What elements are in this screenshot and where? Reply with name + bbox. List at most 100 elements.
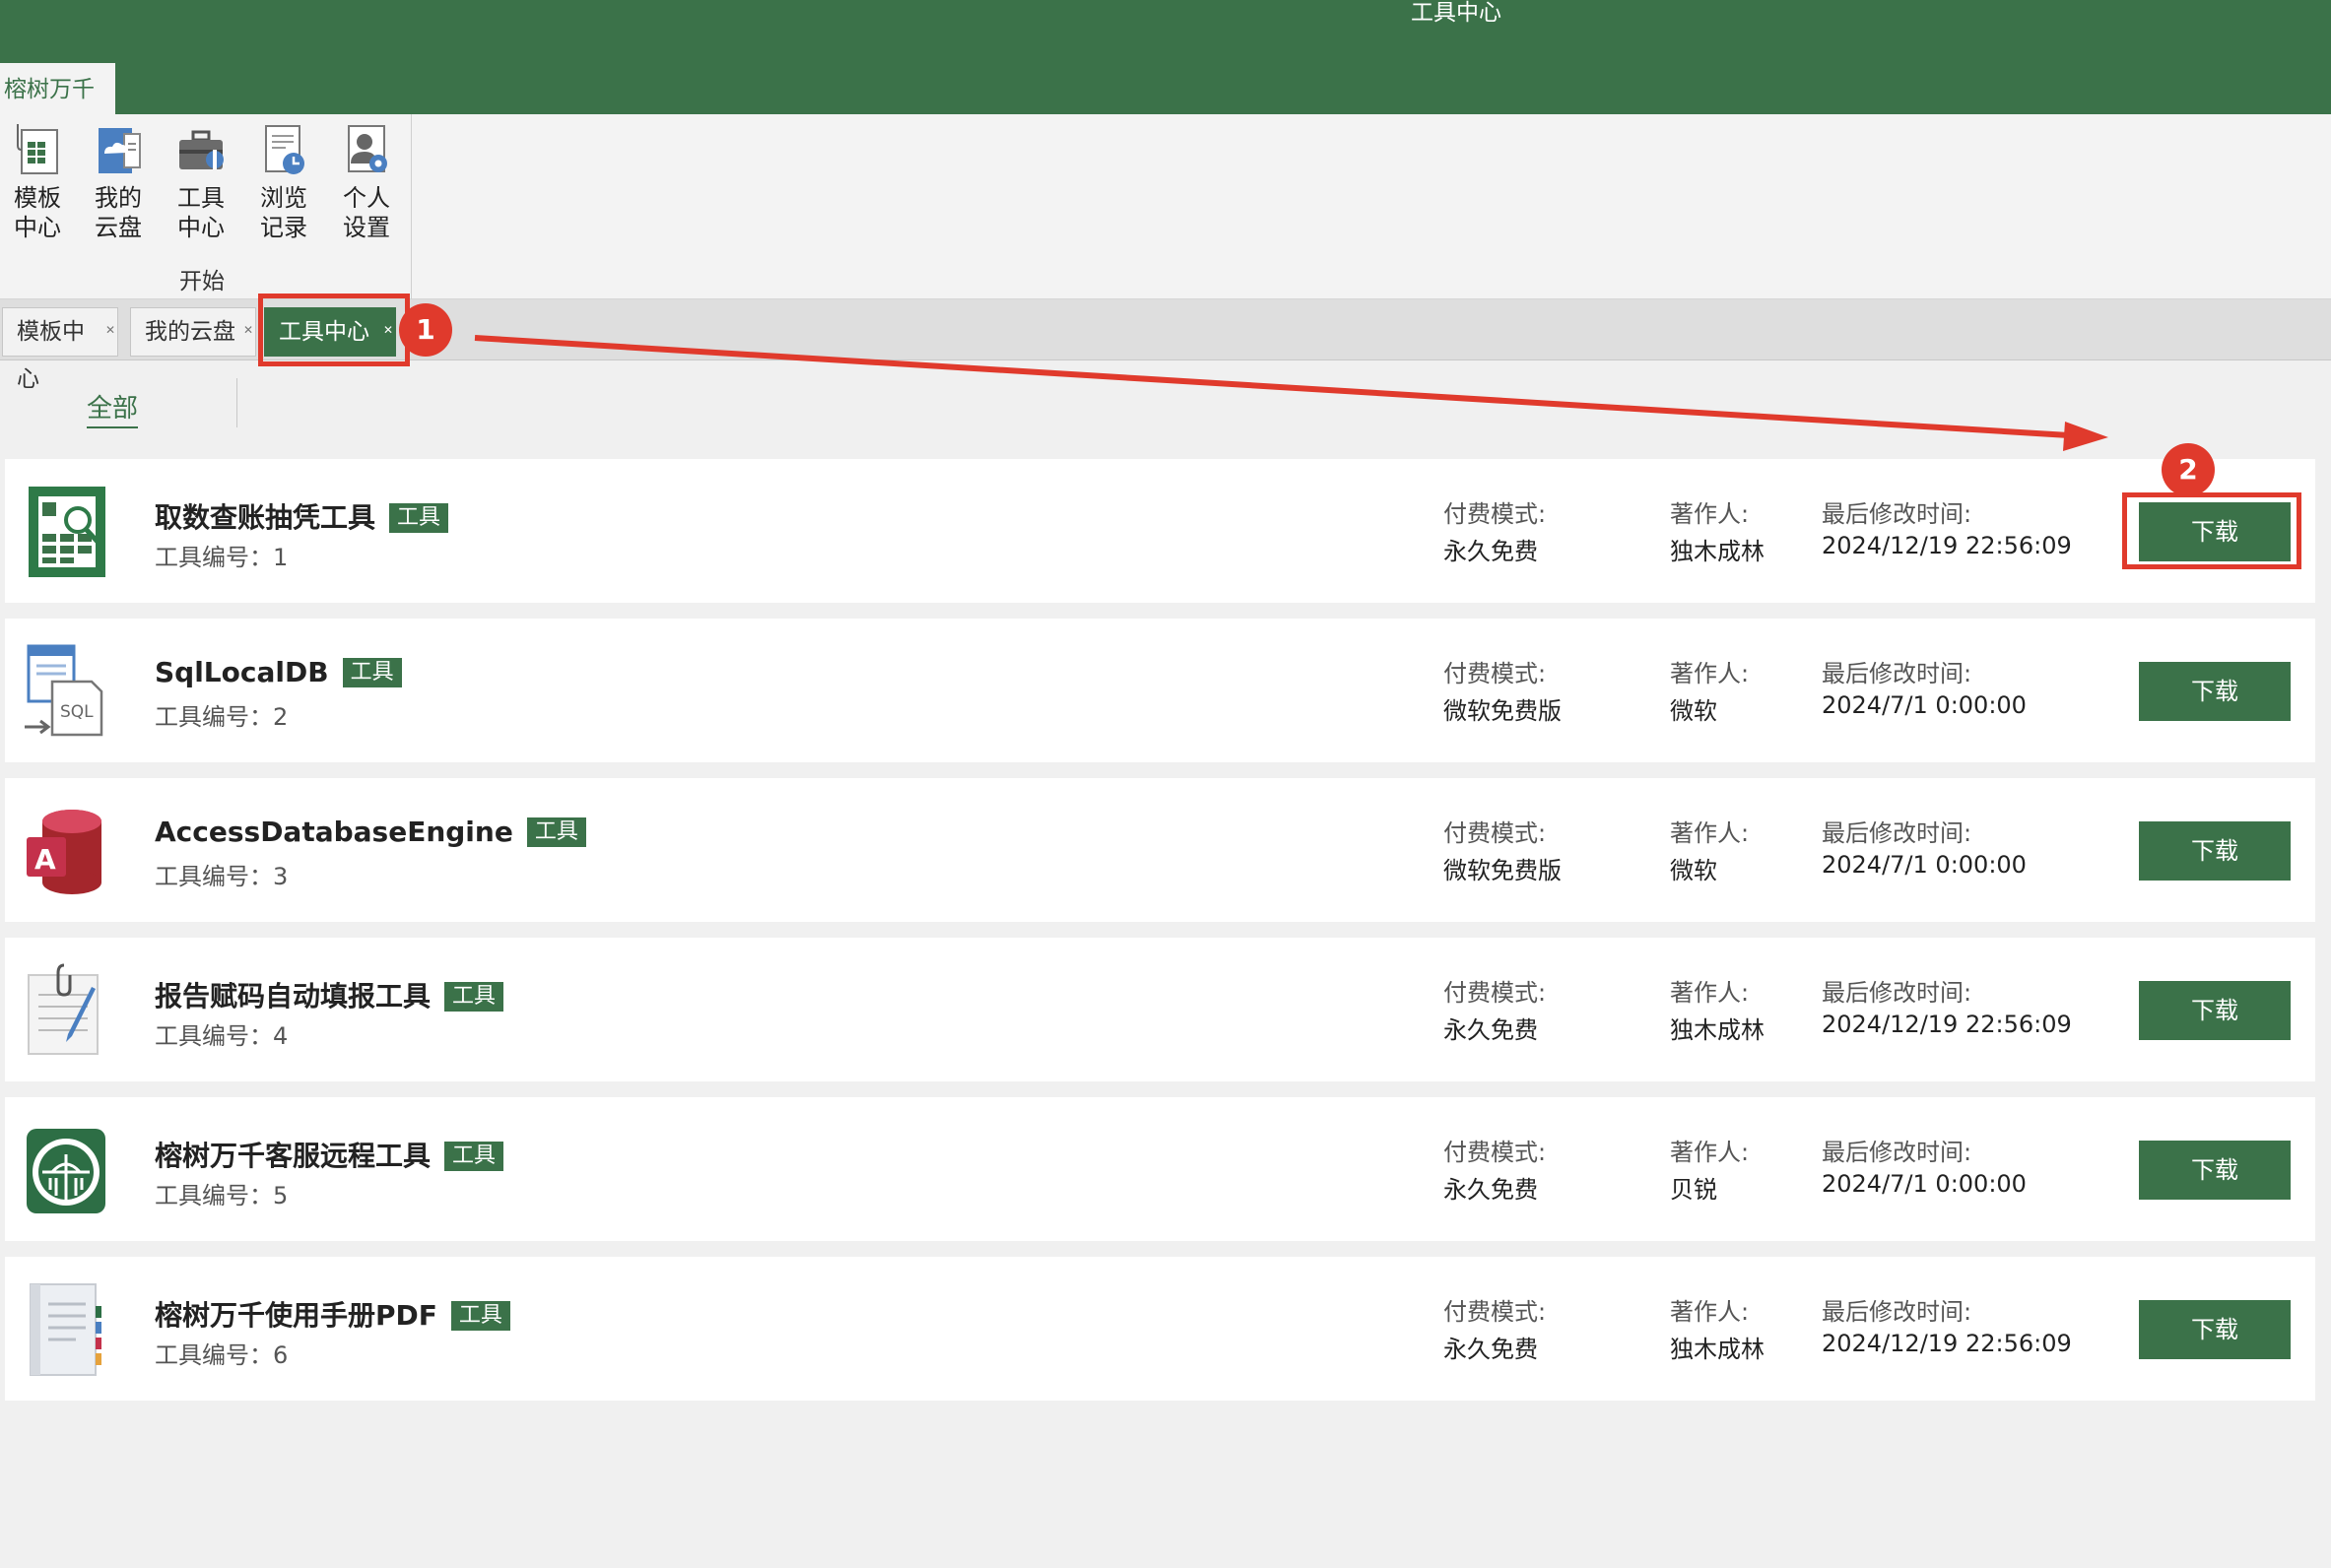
tool-card: SQL SqlLocalDB 工具 工具编号：2 付费模式: 微软免费版 著作人:… <box>5 619 2315 762</box>
tool-type-badge: 工具 <box>450 1301 510 1331</box>
pay-mode-value: 微软免费版 <box>1443 697 1562 725</box>
tool-type-badge: 工具 <box>444 982 504 1012</box>
modified-value: 2024/12/19 22:56:09 <box>1822 532 2072 559</box>
pay-mode-label: 付费模式: <box>1443 660 1547 687</box>
pay-mode-value: 永久免费 <box>1443 538 1538 565</box>
close-icon[interactable]: ✕ <box>105 306 115 354</box>
tool-type-badge: 工具 <box>342 658 402 687</box>
close-icon[interactable]: ✕ <box>243 306 253 354</box>
toolbox-icon <box>171 120 231 179</box>
ribbon: 模板 中心 我的 云盘 工具 中心 浏览 记录 个人 设置 开始 <box>0 114 2331 299</box>
tool-card: 报告赋码自动填报工具 工具 工具编号：4 付费模式: 永久免费 著作人: 独木成林… <box>5 938 2315 1081</box>
author-value: 独木成林 <box>1670 1016 1765 1044</box>
ribbon-group-start: 模板 中心 我的 云盘 工具 中心 浏览 记录 个人 设置 开始 <box>0 114 412 299</box>
modified-value: 2024/12/19 22:56:09 <box>1822 1330 2072 1357</box>
spreadsheet-search-icon <box>23 483 105 579</box>
tool-center-button[interactable]: 工具 中心 <box>164 120 238 242</box>
modified-value: 2024/7/1 0:00:00 <box>1822 1170 2027 1198</box>
template-icon <box>8 120 67 179</box>
pay-mode-value: 永久免费 <box>1443 1176 1538 1204</box>
author-label: 著作人: <box>1670 819 1750 847</box>
modified-label: 最后修改时间: <box>1822 1139 1972 1166</box>
title-bar: 工具中心 榕树万千 <box>0 0 2331 114</box>
download-button[interactable]: 下载 <box>2139 1300 2291 1359</box>
author-value: 独木成林 <box>1670 1336 1765 1363</box>
tool-card: A AccessDatabaseEngine 工具 工具编号：3 付费模式: 微软… <box>5 778 2315 922</box>
window-title: 工具中心 <box>1411 0 1501 26</box>
modified-value: 2024/12/19 22:56:09 <box>1822 1011 2072 1038</box>
doc-tab-template-center[interactable]: 模板中心 ✕ <box>2 306 118 392</box>
tool-type-badge: 工具 <box>389 503 449 533</box>
pay-mode-label: 付费模式: <box>1443 1298 1547 1326</box>
step-badge-1: 1 <box>399 303 452 357</box>
sql-file-icon: SQL <box>23 642 105 739</box>
author-label: 著作人: <box>1670 500 1750 528</box>
author-value: 微软 <box>1670 697 1717 725</box>
tool-code: 工具编号：1 <box>155 544 289 571</box>
history-icon <box>254 120 313 179</box>
pay-mode-label: 付费模式: <box>1443 819 1547 847</box>
browse-history-button[interactable]: 浏览 记录 <box>246 120 321 242</box>
download-button[interactable]: 下载 <box>2139 981 2291 1040</box>
author-value: 独木成林 <box>1670 538 1765 565</box>
modified-label: 最后修改时间: <box>1822 660 1972 687</box>
ribbon-group-label: 开始 <box>179 269 225 294</box>
tool-card: 榕树万千客服远程工具 工具 工具编号：5 付费模式: 永久免费 著作人: 贝锐 最… <box>5 1097 2315 1241</box>
modified-value: 2024/7/1 0:00:00 <box>1822 851 2027 879</box>
highlight-box-tool-center-tab <box>258 294 410 366</box>
modified-value: 2024/7/1 0:00:00 <box>1822 691 2027 719</box>
svg-text:SQL: SQL <box>60 702 94 722</box>
tool-type-badge: 工具 <box>526 817 586 847</box>
template-center-label: 模板 中心 <box>14 184 61 241</box>
author-label: 著作人: <box>1670 979 1750 1007</box>
filter-divider <box>236 378 237 427</box>
author-label: 著作人: <box>1670 660 1750 687</box>
author-value: 微软 <box>1670 857 1717 884</box>
my-cloud-button[interactable]: 我的 云盘 <box>81 120 156 242</box>
user-settings-icon <box>337 120 396 179</box>
modified-label: 最后修改时间: <box>1822 500 1972 528</box>
pay-mode-value: 永久免费 <box>1443 1016 1538 1044</box>
step-badge-2: 2 <box>2162 443 2215 496</box>
tool-code: 工具编号：3 <box>155 863 289 890</box>
browse-history-label: 浏览 记录 <box>260 184 307 241</box>
highlight-box-download-button <box>2122 492 2301 569</box>
personal-settings-button[interactable]: 个人 设置 <box>329 120 404 242</box>
svg-text:A: A <box>34 843 56 876</box>
access-database-icon: A <box>23 802 105 898</box>
document-pen-icon <box>23 961 105 1058</box>
manual-notebook-icon <box>23 1280 105 1377</box>
author-label: 著作人: <box>1670 1298 1750 1326</box>
pay-mode-value: 微软免费版 <box>1443 857 1562 884</box>
remote-support-logo-icon <box>23 1121 105 1217</box>
tool-card: 取数查账抽凭工具 工具 工具编号：1 付费模式: 永久免费 著作人: 独木成林 最… <box>5 459 2315 603</box>
modified-label: 最后修改时间: <box>1822 979 1972 1007</box>
download-button[interactable]: 下载 <box>2139 1141 2291 1200</box>
pay-mode-value: 永久免费 <box>1443 1336 1538 1363</box>
tool-type-badge: 工具 <box>444 1142 504 1171</box>
personal-settings-label: 个人 设置 <box>343 184 390 241</box>
pay-mode-label: 付费模式: <box>1443 1139 1547 1166</box>
download-button[interactable]: 下载 <box>2139 821 2291 881</box>
modified-label: 最后修改时间: <box>1822 819 1972 847</box>
tool-code: 工具编号：6 <box>155 1341 289 1369</box>
tool-name: 取数查账抽凭工具 工具 <box>155 496 449 536</box>
filter-all-tab[interactable]: 全部 <box>87 388 139 428</box>
author-value: 贝锐 <box>1670 1176 1717 1204</box>
download-button[interactable]: 下载 <box>2139 662 2291 721</box>
modified-label: 最后修改时间: <box>1822 1298 1972 1326</box>
cloud-drive-icon <box>89 120 148 179</box>
tool-name: 报告赋码自动填报工具 工具 <box>155 975 504 1014</box>
doc-tab-my-cloud[interactable]: 我的云盘 ✕ <box>130 307 256 357</box>
tool-card: 榕树万千使用手册PDF 工具 工具编号：6 付费模式: 永久免费 著作人: 独木成… <box>5 1257 2315 1401</box>
tool-center-label: 工具 中心 <box>177 184 225 241</box>
tool-name: 榕树万千使用手册PDF 工具 <box>155 1294 510 1334</box>
tool-code: 工具编号：4 <box>155 1022 289 1050</box>
tool-code: 工具编号：5 <box>155 1182 289 1209</box>
template-center-button[interactable]: 模板 中心 <box>0 120 75 242</box>
tool-name: SqlLocalDB 工具 <box>155 656 402 688</box>
tool-name: AccessDatabaseEngine 工具 <box>155 816 586 848</box>
ribbon-tab-rongshu[interactable]: 榕树万千 <box>0 63 115 114</box>
pay-mode-label: 付费模式: <box>1443 500 1547 528</box>
my-cloud-label: 我的 云盘 <box>95 184 142 241</box>
